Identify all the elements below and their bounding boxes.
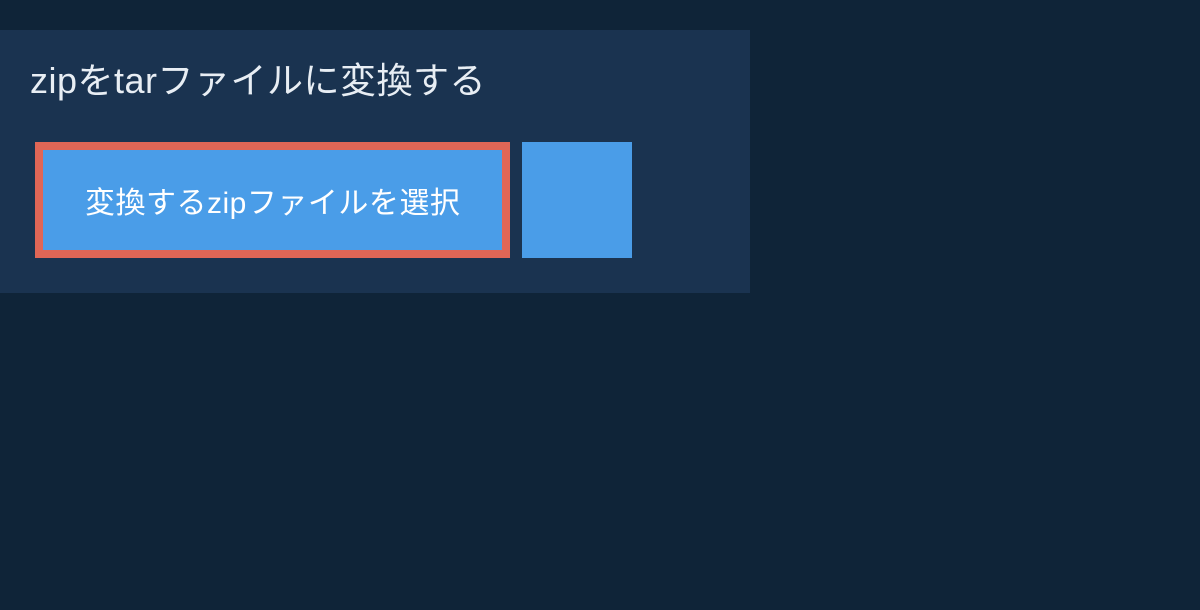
select-file-button[interactable]: 変換するzipファイルを選択 [35, 142, 510, 258]
button-row: 変換するzipファイルを選択 [0, 142, 750, 258]
select-file-label: 変換するzipファイルを選択 [85, 178, 460, 222]
page-title: zipをtarファイルに変換する [0, 30, 750, 122]
dropbox-button[interactable] [522, 142, 632, 258]
converter-panel: zipをtarファイルに変換する 変換するzipファイルを選択 [0, 30, 750, 293]
